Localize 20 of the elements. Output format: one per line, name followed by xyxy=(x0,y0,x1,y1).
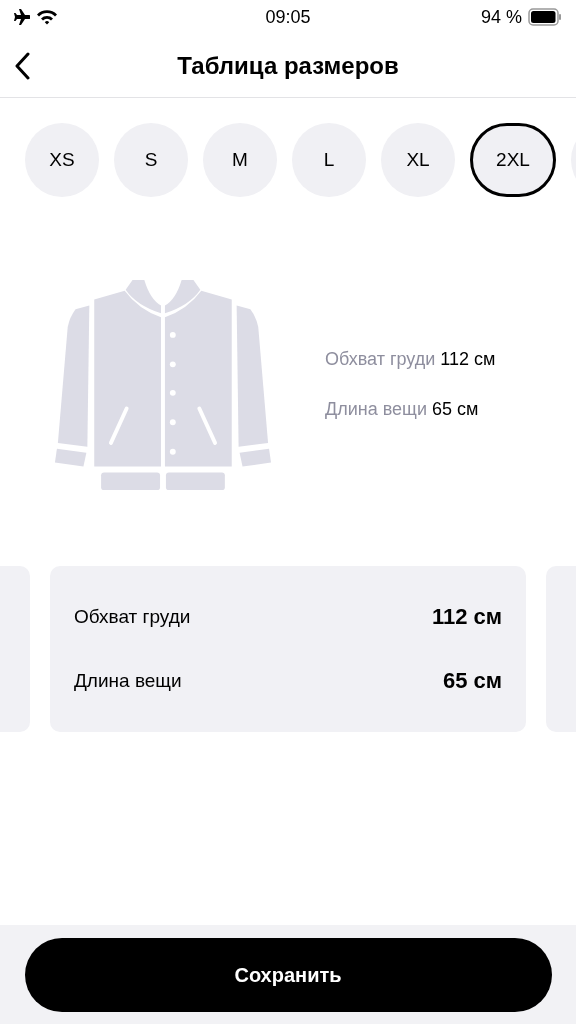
back-icon[interactable] xyxy=(14,51,30,80)
measurement-label: Длина вещи xyxy=(74,670,182,692)
size-option[interactable]: S xyxy=(114,123,188,197)
measurement-value: 65 см xyxy=(442,668,502,694)
size-option[interactable]: XL xyxy=(381,123,455,197)
measurement-text: Длина вещи 65 см xyxy=(325,398,480,420)
measurement-text: Обхват груди 112 см xyxy=(325,348,496,370)
measurement-value: 112 см xyxy=(431,604,502,630)
size-option[interactable]: L xyxy=(292,123,366,197)
battery-percent: 94 % xyxy=(480,6,522,28)
battery-icon xyxy=(528,8,562,26)
measurement-label: Обхват груди xyxy=(74,606,191,628)
airplane-icon xyxy=(12,9,30,25)
page-title: Таблица размеров xyxy=(176,51,400,80)
size-option[interactable]: 2XL xyxy=(470,123,556,197)
wifi-icon xyxy=(36,9,58,25)
size-option[interactable]: M xyxy=(203,123,277,197)
status-time: 09:05 xyxy=(264,6,312,28)
size-option[interactable]: XS xyxy=(25,123,99,197)
save-button[interactable]: Сохранить xyxy=(24,938,552,1012)
